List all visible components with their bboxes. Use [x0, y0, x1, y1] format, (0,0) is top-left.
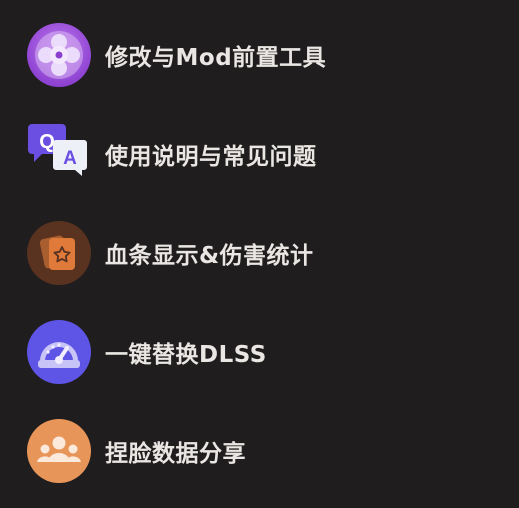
card-stack-icon — [26, 220, 92, 286]
group-users-icon — [26, 418, 92, 484]
qa-icon: Q A — [26, 121, 92, 187]
menu-item-label: 使用说明与常见问题 — [105, 144, 317, 170]
menu-item-mod-tools[interactable]: 修改与Mod前置工具 — [0, 15, 519, 95]
menu-item-faq[interactable]: Q A 使用说明与常见问题 — [0, 114, 519, 194]
menu-item-label: 捏脸数据分享 — [105, 441, 246, 467]
menu-item-health-bar[interactable]: 血条显示&伤害统计 — [0, 213, 519, 293]
feature-menu: 修改与Mod前置工具 Q A 使用说明与常见问题 血条显示&伤害统计 一键替换D… — [0, 0, 519, 508]
menu-item-label: 一键替换DLSS — [105, 342, 267, 368]
mod-tool-icon — [26, 22, 92, 88]
menu-item-label: 修改与Mod前置工具 — [105, 45, 327, 71]
menu-item-label: 血条显示&伤害统计 — [105, 243, 314, 269]
menu-item-face-share[interactable]: 捏脸数据分享 — [0, 411, 519, 491]
svg-text:A: A — [63, 148, 77, 169]
svg-text:Q: Q — [39, 131, 55, 153]
menu-item-dlss[interactable]: 一键替换DLSS — [0, 312, 519, 392]
speedometer-icon — [26, 319, 92, 385]
